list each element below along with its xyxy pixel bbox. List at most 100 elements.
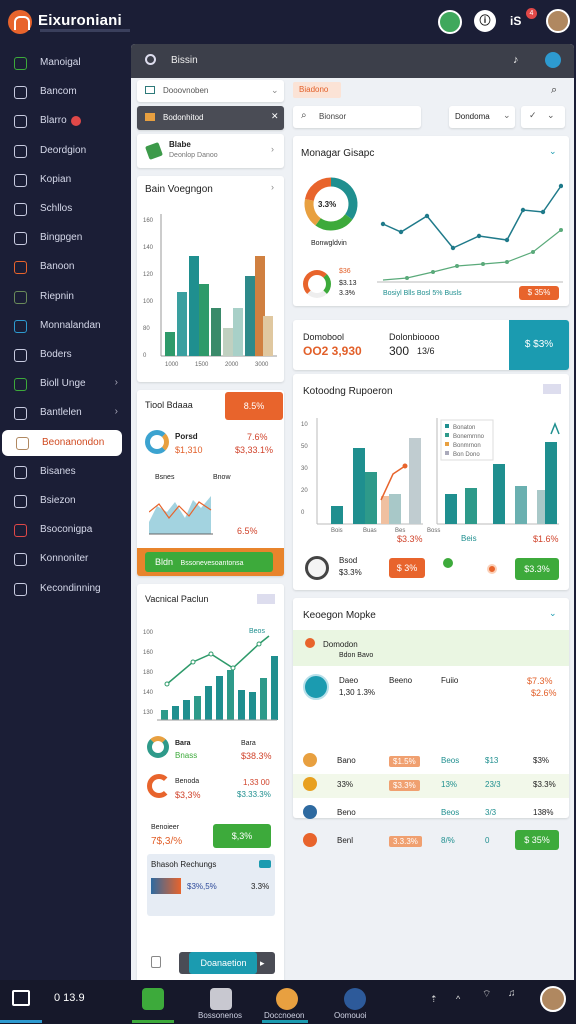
volume-icon[interactable]: ♫ xyxy=(508,988,516,999)
row-name: Bsod xyxy=(339,556,358,565)
filter-select[interactable]: Dondoma ⌄ xyxy=(449,106,515,128)
search-input[interactable]: Bissin xyxy=(171,55,198,66)
taskbar-label[interactable]: Bossonenos xyxy=(198,1011,242,1020)
sidebar-item-riepnin[interactable]: Riepnin xyxy=(0,284,130,310)
sidebar-item-bsiezon[interactable]: Bsiezon xyxy=(0,488,130,514)
list-item[interactable]: Blabe Deonlop Danoo › xyxy=(137,134,284,168)
app-icon[interactable] xyxy=(344,988,366,1010)
sidebar-item-bancom[interactable]: Bancom xyxy=(0,79,130,105)
legend-label: Bonemrnno xyxy=(453,434,485,440)
chevron-right-icon[interactable]: › xyxy=(271,182,274,192)
row-button[interactable]: $ 35% xyxy=(515,830,559,850)
percent-value: $1.6% xyxy=(533,534,559,544)
metric-value: Bnass xyxy=(175,751,198,760)
view-toggle[interactable]: ✓ ⌄ xyxy=(521,106,565,128)
chevron-down-icon[interactable]: ⌄ xyxy=(549,146,557,157)
create-button[interactable]: Doanaetion ▸ xyxy=(179,952,275,974)
row-button[interactable]: $ 3% xyxy=(389,558,425,578)
percent-tag[interactable]: 8.5% xyxy=(225,392,283,420)
search-bar[interactable]: Bissin ♪ xyxy=(131,44,574,78)
taskbar-label[interactable]: Doccnoeon xyxy=(264,1011,304,1020)
share-icon[interactable]: ⇡ xyxy=(430,994,438,1005)
taskbar-label[interactable]: Oomouoi xyxy=(334,1011,366,1020)
user-short[interactable]: iS xyxy=(510,14,521,28)
table-row[interactable]: 33% $3.3% 13% 23/3 $3.3% xyxy=(293,774,569,798)
table-row[interactable]: Bano $1.5% Beos $13 $3% xyxy=(293,750,569,774)
sidebar-item-banoon[interactable]: Banoon xyxy=(0,254,130,280)
x-tick-label: 1500 xyxy=(195,362,209,368)
trash-icon[interactable] xyxy=(151,956,161,968)
sidebar-item-kopian[interactable]: Kopian xyxy=(0,167,130,193)
help-icon[interactable]: ⓘ xyxy=(474,10,496,32)
bar xyxy=(245,276,255,356)
sidebar-item-bisanes[interactable]: Bisanes xyxy=(0,459,130,485)
user-avatar[interactable] xyxy=(540,986,566,1012)
folder-icon xyxy=(145,113,155,121)
close-icon[interactable]: ✕ xyxy=(271,111,279,122)
y-tick-label: 0 xyxy=(143,353,147,359)
sidebar-item-schllos[interactable]: Schllos xyxy=(0,196,130,222)
selected-dropdown[interactable]: Bodonhitod ✕ xyxy=(137,106,284,130)
area-series xyxy=(149,496,211,534)
sidebar-item-deordgion[interactable]: Deordgion xyxy=(0,138,130,164)
search-icon[interactable] xyxy=(145,54,156,65)
sidebar-item-bioll-unge[interactable]: Bioll Unge › xyxy=(0,371,130,397)
sidebar-item-konnoniter[interactable]: Konnoniter xyxy=(0,546,130,572)
bar xyxy=(263,316,273,356)
menu-icon[interactable] xyxy=(257,594,275,604)
search-input[interactable]: ⌕ Bionsor xyxy=(293,106,421,128)
metric-name: Bara xyxy=(241,740,256,747)
bar xyxy=(249,692,256,720)
x-tick-label: Boss xyxy=(427,528,440,534)
sidebar-item-manoigal[interactable]: Manoigal xyxy=(0,50,130,76)
sidebar-item-monnalandan[interactable]: Monnalandan xyxy=(0,313,130,339)
tag-icon xyxy=(259,860,271,868)
action-button[interactable]: Bldn Bssonevesoantonsa xyxy=(145,552,273,572)
table-cell: Beos xyxy=(441,808,460,817)
pen-icon xyxy=(14,144,27,158)
status-dot xyxy=(487,564,497,574)
wifi-icon[interactable]: ⌔ xyxy=(482,988,491,1001)
row-button[interactable]: $3.3% xyxy=(515,558,559,580)
app-icon[interactable] xyxy=(142,988,164,1010)
table-row[interactable]: Beno Beos 3/3 138% xyxy=(293,802,569,826)
bar-chart: 160 140 120 100 80 0 1000 1500 2000 3000 xyxy=(143,214,277,368)
sidebar-item-kecondinning[interactable]: Kecondinning xyxy=(0,576,130,602)
tab-label[interactable]: Biadono xyxy=(299,85,328,94)
y-tick-label: 120 xyxy=(143,272,154,278)
desktop-icon[interactable] xyxy=(12,990,30,1006)
chevron-down-icon[interactable]: ⌄ xyxy=(547,110,555,121)
sidebar-item-bingpgen[interactable]: Bingpgen xyxy=(0,225,130,251)
app-icon[interactable] xyxy=(210,988,232,1010)
sidebar-item-beonanondon[interactable]: Beonanondon xyxy=(2,429,122,456)
total-sub: 13/6 xyxy=(417,346,435,356)
metric-button[interactable]: $,3% xyxy=(213,824,271,848)
sidebar-item-boders[interactable]: Boders xyxy=(0,342,130,368)
mic-icon[interactable]: ♪ xyxy=(513,54,519,66)
table-row[interactable]: Benl 3.3.3% 8/% 0 $ 35% xyxy=(293,830,569,854)
view-dropdown[interactable]: Dooovnoben ⌄ xyxy=(137,80,284,102)
y-tick-label: 100 xyxy=(143,299,154,305)
series-line xyxy=(382,185,562,249)
menu-icon[interactable] xyxy=(543,384,561,394)
total-button[interactable]: $ $3% xyxy=(509,320,569,370)
search-icon[interactable]: ⌕ xyxy=(551,84,557,97)
percent-button[interactable]: $ 35% xyxy=(519,286,559,300)
table-cell: 23/3 xyxy=(485,780,501,789)
sync-icon[interactable] xyxy=(545,52,561,68)
sidebar-item-bantlelen[interactable]: Bantlelen › xyxy=(0,400,130,426)
sidebar-item-label: Boders xyxy=(40,349,72,360)
user-avatar[interactable] xyxy=(546,9,570,33)
chevron-icon[interactable]: ^ xyxy=(456,994,460,1004)
check-icon[interactable]: ✓ xyxy=(529,110,537,121)
notifications-avatar-icon[interactable] xyxy=(438,10,462,34)
sidebar-item-blarro[interactable]: Blarro xyxy=(0,108,130,134)
search-placeholder: Bionsor xyxy=(319,112,347,121)
app-icon[interactable] xyxy=(276,988,298,1010)
active-indicator xyxy=(132,1020,174,1023)
chevron-down-icon[interactable]: ⌄ xyxy=(549,608,557,619)
metric-value: 7$,3/% xyxy=(151,836,183,847)
bar xyxy=(545,442,557,524)
data-point xyxy=(405,276,409,280)
sidebar-item-bsoconigpa[interactable]: Bsoconigpa xyxy=(0,517,130,543)
